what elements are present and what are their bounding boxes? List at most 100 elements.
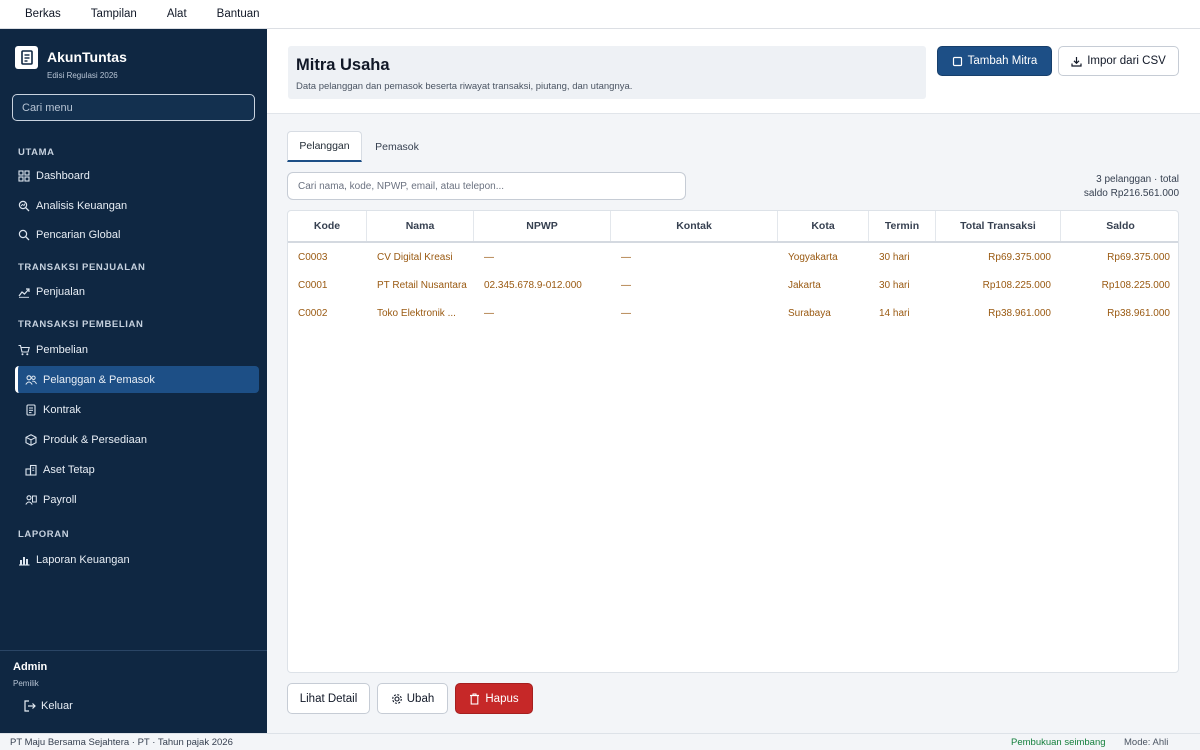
sidebar-item-label: Laporan Keuangan	[36, 553, 130, 566]
column-header-kota[interactable]: Kota	[778, 211, 869, 241]
user-name: Admin	[13, 661, 48, 673]
view-detail-button[interactable]: Lihat Detail	[287, 683, 370, 714]
menu-berkas[interactable]: Berkas	[25, 8, 61, 20]
table-row[interactable]: C0001 PT Retail Nusantara 02.345.678.9-0…	[288, 271, 1178, 299]
sidebar-item-label: Pencarian Global	[36, 228, 121, 241]
column-header-termin[interactable]: Termin	[869, 211, 936, 241]
column-header-nama[interactable]: Nama	[367, 211, 474, 241]
gear-icon	[391, 693, 402, 704]
cell-kota: Jakarta	[788, 279, 821, 291]
analysis-icon	[18, 200, 30, 212]
section-laporan: LAPORAN	[18, 529, 70, 540]
tab-pemasok[interactable]: Pemasok	[367, 131, 427, 162]
logout-icon	[24, 700, 36, 712]
sidebar: AkunTuntas Edisi Regulasi 2026 Cari menu…	[0, 29, 267, 733]
sidebar-item-laporan-keuangan[interactable]: Laporan Keuangan	[15, 546, 259, 573]
sidebar-item-label: Pelanggan & Pemasok	[43, 373, 155, 386]
grid-icon	[18, 169, 30, 182]
sidebar-item-payroll[interactable]: Payroll	[15, 486, 259, 513]
column-header-kontak[interactable]: Kontak	[611, 211, 778, 241]
sidebar-item-pelanggan-pemasok[interactable]: Pelanggan & Pemasok	[15, 366, 259, 393]
cell-total-transaksi: Rp69.375.000	[988, 251, 1051, 263]
sidebar-item-label: Kontrak	[43, 403, 81, 416]
sidebar-item-penjualan[interactable]: Penjualan	[15, 278, 259, 305]
document-icon	[25, 403, 37, 416]
edit-label: Ubah	[406, 692, 435, 705]
delete-button[interactable]: Hapus	[455, 683, 533, 714]
cell-kota: Yogyakarta	[788, 251, 838, 263]
box-icon	[25, 433, 37, 446]
sidebar-item-pembelian[interactable]: Pembelian	[15, 336, 259, 363]
cell-kontak: —	[621, 307, 631, 319]
sidebar-item-label: Aset Tetap	[43, 463, 95, 476]
page-header: Mitra Usaha Data pelanggan dan pemasok b…	[267, 29, 1200, 114]
brand-name: AkunTuntas	[47, 49, 127, 65]
main-content: Mitra Usaha Data pelanggan dan pemasok b…	[267, 29, 1200, 733]
sidebar-item-aset-tetap[interactable]: Aset Tetap	[15, 456, 259, 483]
payroll-icon	[25, 494, 37, 506]
delete-label: Hapus	[485, 692, 519, 705]
cell-npwp: 02.345.678.9-012.000	[484, 279, 582, 291]
partner-table: Kode Nama NPWP Kontak Kota Termin Total …	[287, 210, 1179, 673]
title-box: Mitra Usaha Data pelanggan dan pemasok b…	[288, 46, 926, 99]
sidebar-item-dashboard[interactable]: Dashboard	[15, 162, 259, 189]
menu-tampilan[interactable]: Tampilan	[91, 8, 137, 20]
partner-search-input[interactable]: Cari nama, kode, NPWP, email, atau telep…	[287, 172, 686, 200]
menu-bar: Berkas Tampilan Alat Bantuan	[0, 0, 1200, 29]
sidebar-item-analisis-keuangan[interactable]: Analisis Keuangan	[15, 192, 259, 219]
sidebar-item-label: Penjualan	[36, 285, 85, 298]
add-partner-label: Tambah Mitra	[967, 55, 1038, 67]
import-csv-button[interactable]: Impor dari CSV	[1058, 46, 1179, 76]
menu-bantuan[interactable]: Bantuan	[217, 8, 260, 20]
table-row[interactable]: C0002 Toko Elektronik ... — — Surabaya 1…	[288, 299, 1178, 327]
summary-line-balance: saldo Rp216.561.000	[1083, 188, 1179, 199]
cell-kota: Surabaya	[788, 307, 831, 319]
cell-saldo: Rp38.961.000	[1107, 307, 1170, 319]
partner-summary: 3 pelanggan · total saldo Rp216.561.000	[1079, 173, 1179, 201]
sidebar-item-pencarian-global[interactable]: Pencarian Global	[15, 221, 259, 248]
search-icon	[18, 229, 30, 241]
cell-kontak: —	[621, 279, 631, 291]
sidebar-item-kontrak[interactable]: Kontrak	[15, 396, 259, 423]
sidebar-item-label: Analisis Keuangan	[36, 199, 128, 212]
page-subtitle: Data pelanggan dan pemasok beserta riway…	[296, 81, 633, 92]
sidebar-item-label: Produk & Persediaan	[43, 433, 147, 446]
status-bar: PT Maju Bersama Sejahtera · PT · Tahun p…	[0, 733, 1200, 750]
cell-nama: PT Retail Nusantara	[377, 279, 467, 291]
download-icon	[1071, 56, 1082, 67]
cell-saldo: Rp108.225.000	[1101, 279, 1170, 291]
cell-termin: 14 hari	[879, 307, 910, 319]
cell-nama: Toko Elektronik ...	[377, 307, 456, 319]
user-role: Pemilik	[13, 679, 39, 688]
sidebar-item-label: Dashboard	[36, 169, 90, 182]
section-pembelian: TRANSAKSI PEMBELIAN	[18, 319, 144, 330]
trash-icon	[469, 693, 480, 705]
cell-total-transaksi: Rp38.961.000	[988, 307, 1051, 319]
tab-pelanggan[interactable]: Pelanggan	[287, 131, 362, 162]
brand: AkunTuntas Edisi Regulasi 2026	[15, 46, 127, 80]
menu-alat[interactable]: Alat	[167, 8, 187, 20]
balance-status: Pembukuan seimbang	[1011, 736, 1106, 748]
column-header-npwp[interactable]: NPWP	[474, 211, 611, 241]
cart-icon	[18, 344, 30, 356]
table-header: Kode Nama NPWP Kontak Kota Termin Total …	[288, 211, 1178, 243]
sidebar-search-input[interactable]: Cari menu	[12, 94, 255, 121]
sidebar-divider	[0, 650, 267, 651]
column-header-total-transaksi[interactable]: Total Transaksi	[936, 211, 1061, 241]
table-row[interactable]: C0003 CV Digital Kreasi — — Yogyakarta 3…	[288, 243, 1178, 271]
sidebar-item-produk-persediaan[interactable]: Produk & Persediaan	[15, 426, 259, 453]
section-utama: UTAMA	[18, 147, 55, 158]
column-header-kode[interactable]: Kode	[288, 211, 367, 241]
logout-label: Keluar	[41, 700, 73, 712]
logout-button[interactable]: Keluar	[24, 700, 73, 712]
bar-chart-icon	[18, 554, 30, 566]
column-header-saldo[interactable]: Saldo	[1061, 211, 1178, 241]
brand-edition: Edisi Regulasi 2026	[47, 71, 118, 80]
cell-npwp: —	[484, 307, 494, 319]
cell-total-transaksi: Rp108.225.000	[982, 279, 1051, 291]
cell-saldo: Rp69.375.000	[1107, 251, 1170, 263]
people-icon	[25, 374, 37, 386]
add-partner-button[interactable]: Tambah Mitra	[937, 46, 1052, 76]
cell-nama: CV Digital Kreasi	[377, 251, 453, 263]
edit-button[interactable]: Ubah	[377, 683, 448, 714]
